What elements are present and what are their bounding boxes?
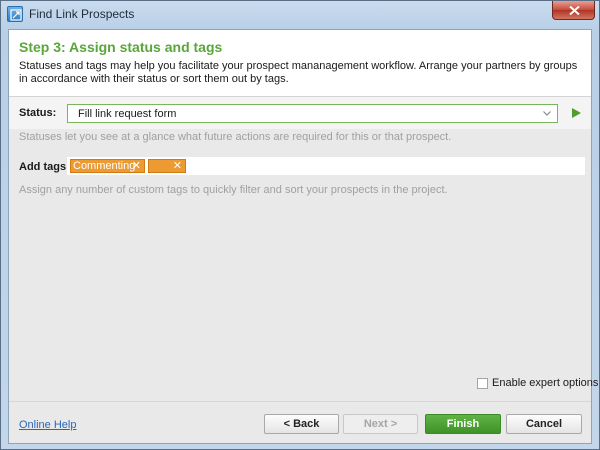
app-window-icon	[7, 6, 23, 22]
wizard-header: Step 3: Assign status and tags Statuses …	[9, 30, 591, 97]
status-hint: Statuses let you see at a glance what fu…	[19, 131, 452, 143]
close-icon[interactable]: ✕	[132, 160, 141, 172]
step-title: Step 3: Assign status and tags	[19, 39, 223, 55]
tag-chip-label: Commenting	[73, 160, 136, 172]
status-label: Status:	[19, 107, 57, 119]
finish-button[interactable]: Finish	[425, 414, 501, 434]
status-selected-value: Fill link request form	[78, 108, 177, 120]
status-row: Status: Fill link request form	[9, 97, 591, 129]
expert-options-label: Enable expert options	[492, 377, 599, 389]
wizard-client-area: Step 3: Assign status and tags Statuses …	[8, 29, 598, 444]
tag-chip: ✕	[148, 159, 186, 173]
window-close-button[interactable]	[552, 1, 595, 20]
close-icon[interactable]: ✕	[173, 160, 182, 172]
footer-divider	[9, 401, 591, 402]
title-bar: Find Link Prospects	[1, 1, 599, 30]
window-title: Find Link Prospects	[29, 7, 135, 21]
tag-chip: Commenting ✕	[70, 159, 145, 173]
play-arrow-icon[interactable]	[570, 107, 582, 119]
chevron-down-icon	[543, 111, 551, 116]
close-icon	[569, 6, 580, 15]
tags-hint: Assign any number of custom tags to quic…	[19, 184, 448, 196]
expert-options-checkbox[interactable]	[477, 378, 488, 389]
online-help-link[interactable]: Online Help	[19, 419, 76, 431]
step-description: Statuses and tags may help you facilitat…	[19, 60, 578, 85]
back-button[interactable]: < Back	[264, 414, 339, 434]
tags-label: Add tags:	[19, 161, 70, 173]
status-dropdown[interactable]: Fill link request form	[67, 104, 558, 123]
cancel-button[interactable]: Cancel	[506, 414, 582, 434]
next-button[interactable]: Next >	[343, 414, 418, 434]
find-link-prospects-window: Find Link Prospects Step 3: Assign statu…	[0, 0, 600, 450]
tags-input[interactable]: Commenting ✕ ✕	[67, 157, 585, 175]
